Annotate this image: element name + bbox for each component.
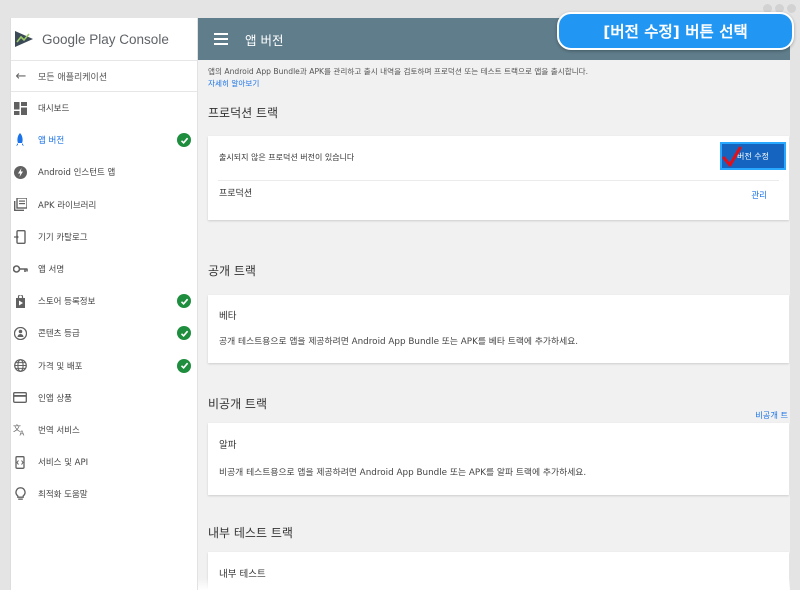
sidebar-item[interactable]: 앱 버전 xyxy=(11,124,197,156)
completed-check-icon xyxy=(177,133,191,148)
sidebar-item-label: 번역 서비스 xyxy=(38,425,80,436)
production-track-name: 프로덕션 xyxy=(219,189,253,199)
beta-track-name: 베타 xyxy=(219,311,237,322)
library-icon xyxy=(12,198,28,212)
alpha-track-text: 비공개 테스트용으로 앱을 제공하려면 Android App Bundle 또… xyxy=(219,468,587,478)
sidebar-item[interactable]: 앱 서명 xyxy=(11,253,197,285)
sidebar-item[interactable]: 스토어 등록정보 xyxy=(11,285,197,317)
production-section-title: 프로덕션 트랙 xyxy=(208,106,279,120)
main-content: 앱의 Android App Bundle과 APK를 관리하고 출시 내역을 … xyxy=(198,60,790,590)
alpha-track-name: 알파 xyxy=(219,440,237,451)
sidebar-item-label: 앱 버전 xyxy=(38,136,65,147)
back-label: 모든 애플리케이션 xyxy=(38,72,108,83)
app-window: Google Play Console ← 모든 애플리케이션 대시보드 앱 버전… xyxy=(10,18,790,590)
page-description: 앱의 Android App Bundle과 APK를 관리하고 출시 내역을 … xyxy=(208,67,589,76)
completed-check-icon xyxy=(177,326,191,341)
translate-icon: 文A xyxy=(12,423,28,437)
sidebar-item-label: 대시보드 xyxy=(38,104,70,115)
sidebar-item[interactable]: Android 인스턴트 앱 xyxy=(11,156,197,188)
sidebar-item-label: 서비스 및 API xyxy=(38,458,89,469)
divider xyxy=(218,180,779,181)
sidebar-item[interactable]: 기기 카탈로그 xyxy=(11,221,197,253)
closed-track-link[interactable]: 비공개 트 xyxy=(755,409,788,421)
sidebar: Google Play Console ← 모든 애플리케이션 대시보드앱 버전… xyxy=(11,18,198,590)
sidebar-item[interactable]: 文 A 번역 서비스 xyxy=(11,414,197,446)
alpha-track-card: 알파 비공개 테스트용으로 앱을 제공하려면 Android App Bundl… xyxy=(208,423,789,495)
sidebar-item[interactable]: 대시보드 xyxy=(11,92,197,124)
sidebar-item[interactable]: APK 라이브러리 xyxy=(11,189,197,221)
red-checkmark-icon xyxy=(722,146,742,167)
credit-card-icon xyxy=(12,391,28,405)
sidebar-nav: 대시보드앱 버전 Android 인스턴트 앱 APK 라이브러리기기 카탈로그앱 … xyxy=(11,92,197,510)
sidebar-item-label: Android 인스턴트 앱 xyxy=(38,168,116,179)
content-rating-icon xyxy=(12,326,28,340)
sidebar-item-label: 인앱 상품 xyxy=(38,393,72,404)
closed-section-title: 비공개 트랙 xyxy=(208,397,268,411)
instruction-callout: [버전 수정] 버튼 선택 xyxy=(557,12,794,50)
beta-track-card: 베타 공개 테스트용으로 앱을 제공하려면 Android App Bundle… xyxy=(208,295,789,363)
sidebar-item[interactable]: 콘텐츠 등급 xyxy=(11,317,197,349)
svg-text:A: A xyxy=(20,430,25,437)
lightbulb-icon xyxy=(12,487,28,501)
sidebar-item-label: 가격 및 배포 xyxy=(38,361,83,372)
arrow-back-icon: ← xyxy=(15,68,27,84)
internal-section-title: 내부 테스트 트랙 xyxy=(208,526,293,540)
learn-more-link[interactable]: 자세히 알아보기 xyxy=(208,78,259,89)
api-icon xyxy=(12,455,28,469)
production-track-card: 출시되지 않은 프로덕션 버전이 있습니다 버전 수정 프로덕션 관리 xyxy=(208,136,789,220)
sidebar-item[interactable]: 인앱 상품 xyxy=(11,382,197,414)
sidebar-item-label: 최적화 도움말 xyxy=(38,490,88,501)
globe-icon xyxy=(12,359,28,373)
scroll-fade xyxy=(198,578,790,590)
menu-icon[interactable] xyxy=(214,33,228,45)
sidebar-item-label: 앱 서명 xyxy=(38,265,65,276)
page-title: 앱 버전 xyxy=(245,32,284,48)
sidebar-item-label: 기기 카탈로그 xyxy=(38,232,88,243)
back-to-all-apps[interactable]: ← 모든 애플리케이션 xyxy=(11,61,197,91)
completed-check-icon xyxy=(177,358,191,373)
play-console-logo-icon xyxy=(15,31,33,47)
sidebar-item[interactable]: 최적화 도움말 xyxy=(11,478,197,510)
open-section-title: 공개 트랙 xyxy=(208,264,256,278)
completed-check-icon xyxy=(177,294,191,309)
sidebar-item[interactable]: 서비스 및 API xyxy=(11,446,197,478)
key-icon xyxy=(12,262,28,276)
sidebar-item[interactable]: 가격 및 배포 xyxy=(11,350,197,382)
brand-logo[interactable]: Google Play Console xyxy=(11,18,197,60)
unreleased-notice: 출시되지 않은 프로덕션 버전이 있습니다 xyxy=(219,153,355,162)
manage-production-link[interactable]: 관리 xyxy=(751,189,767,201)
rocket-icon xyxy=(12,133,28,147)
sidebar-item-label: 스토어 등록정보 xyxy=(38,297,96,308)
sidebar-item-label: APK 라이브러리 xyxy=(38,200,97,211)
store-listing-icon xyxy=(12,294,28,308)
sidebar-item-label: 콘텐츠 등급 xyxy=(38,329,80,340)
dashboard-icon xyxy=(12,101,28,115)
instant-bolt-icon xyxy=(12,165,28,179)
device-catalog-icon xyxy=(12,229,28,244)
brand-name: Google Play Console xyxy=(42,31,169,47)
beta-track-text: 공개 테스트용으로 앱을 제공하려면 Android App Bundle 또는… xyxy=(219,337,579,347)
